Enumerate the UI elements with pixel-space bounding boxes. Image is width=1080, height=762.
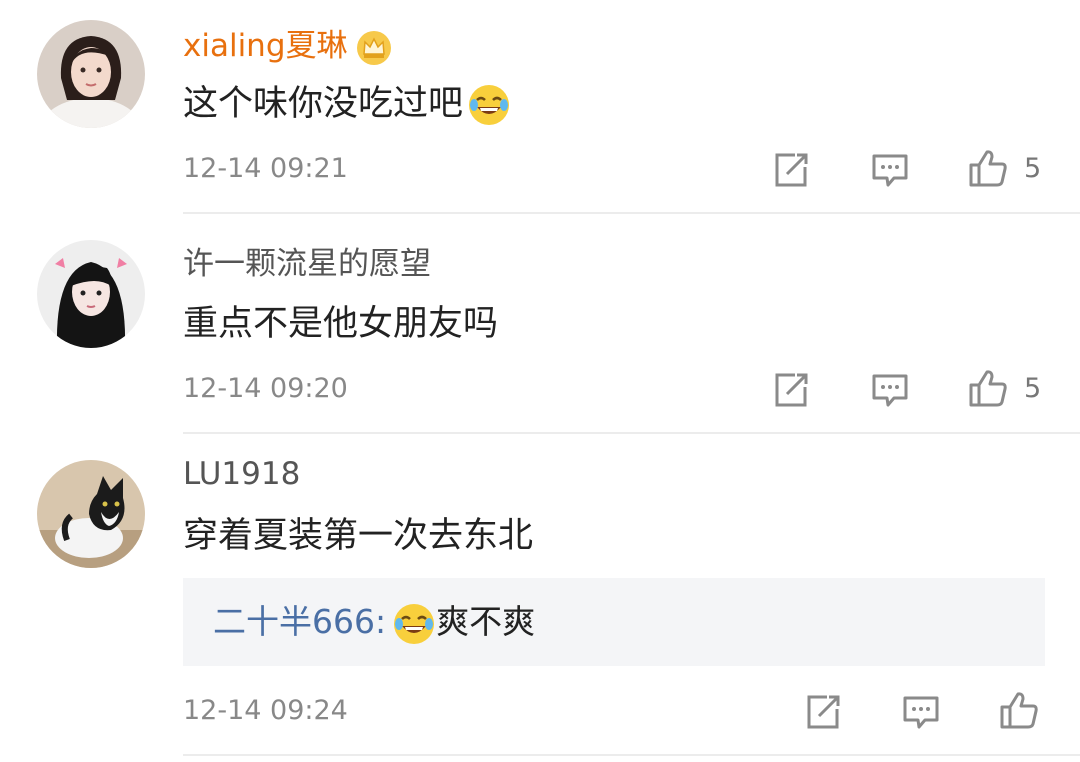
reply-line: 二十半666: 爽不爽 [213,600,535,646]
username[interactable]: 许一颗流星的愿望 [183,244,431,284]
username[interactable]: xialing夏琳 [183,26,392,66]
username-text[interactable]: xialing夏琳 [183,28,348,64]
like-button[interactable] [968,148,1008,188]
like-count: 5 [1024,153,1042,184]
repost-button[interactable] [771,150,811,190]
comment-item-2: 许一颗流星的愿望 重点不是他女朋友吗 12-14 09:20 5 [0,214,1080,434]
crown-icon [356,30,392,66]
like-icon [1000,692,1038,729]
timestamp: 12-14 09:20 [183,373,348,404]
repost-icon [775,373,808,407]
like-button[interactable] [968,368,1008,408]
comment-text: 这个味你没吃过吧 [183,82,511,127]
like-icon [969,150,1007,187]
comment-text: 重点不是他女朋友吗 [183,304,499,344]
like-count: 5 [1024,373,1042,404]
like-button[interactable] [999,690,1039,730]
repost-icon [775,153,808,187]
avatar[interactable] [37,240,145,348]
divider [183,754,1080,756]
repost-button[interactable] [803,692,843,732]
comment-text-body: 这个味你没吃过吧 [183,84,464,124]
avatar[interactable] [37,460,145,568]
comment-button[interactable] [870,370,910,410]
timestamp: 12-14 09:21 [183,153,348,184]
comment-button[interactable] [870,150,910,190]
like-icon [969,370,1007,407]
repost-icon [807,695,840,729]
laugh-emoji-icon [467,83,511,127]
repost-button[interactable] [771,370,811,410]
username[interactable]: LU1918 [183,454,300,494]
reply-preview[interactable]: 二十半666: 爽不爽 [183,578,1045,666]
comment-icon [872,154,908,187]
comment-item-1: xialing夏琳 这个味你没吃过吧 12-14 09:21 5 [0,0,1080,214]
timestamp: 12-14 09:24 [183,695,348,726]
laugh-emoji-icon [392,602,436,646]
avatar[interactable] [37,20,145,128]
comment-text: 穿着夏装第一次去东北 [183,516,534,556]
reply-author[interactable]: 二十半666: [213,602,386,641]
comment-item-3: LU1918 穿着夏装第一次去东北 二十半666: 爽不爽 12-14 09:2… [0,434,1080,762]
comment-icon [903,696,939,729]
reply-body: 爽不爽 [436,602,536,641]
comment-icon [872,374,908,407]
comment-button[interactable] [901,692,941,732]
